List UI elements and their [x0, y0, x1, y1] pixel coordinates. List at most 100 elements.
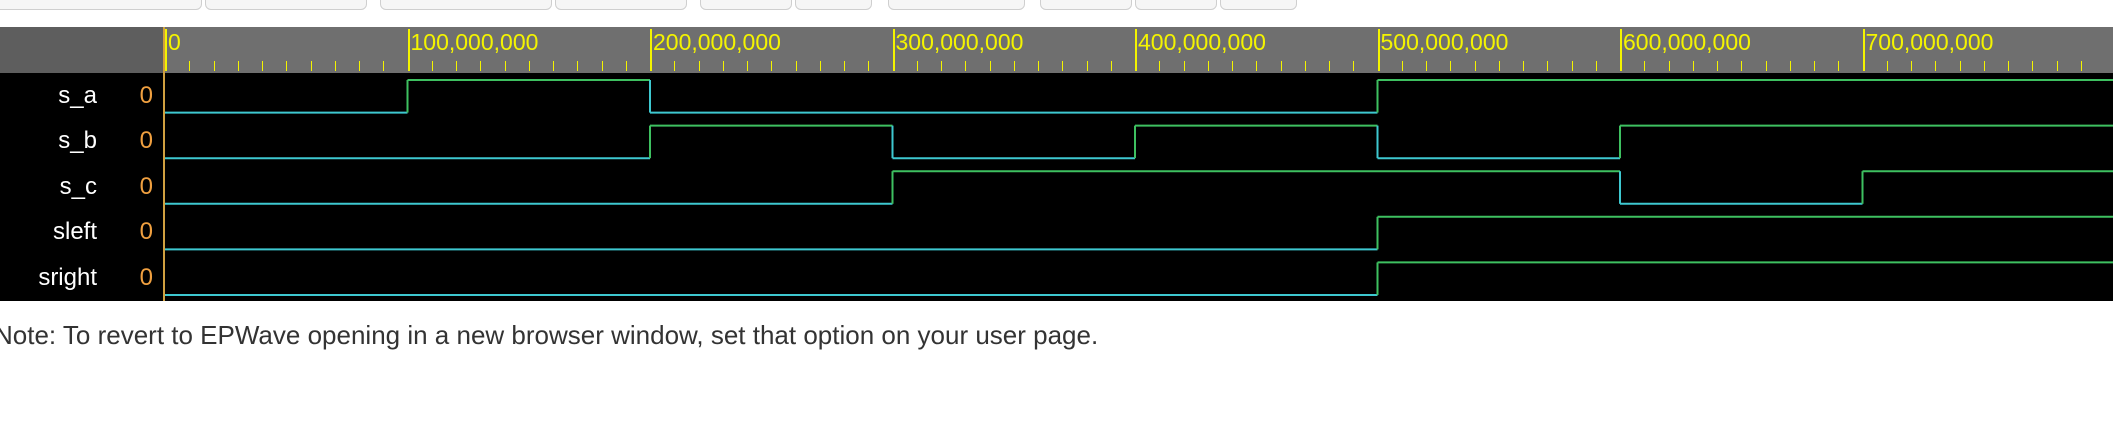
- signal-row-sright[interactable]: sright 0: [0, 255, 165, 300]
- timeline-minor-tick: [1911, 61, 1912, 71]
- toolbar-button[interactable]: [205, 0, 367, 10]
- timeline-minor-tick: [504, 61, 506, 71]
- timeline-minor-tick: [1644, 61, 1646, 71]
- signal-list[interactable]: s_a 0 s_b 0 s_c 0 sleft 0 sright 0: [0, 73, 165, 301]
- timeline-minor-tick: [1717, 61, 1718, 71]
- timeline-minor-tick: [1692, 61, 1694, 71]
- timeline-label: 300,000,000: [895, 29, 1024, 55]
- timeline-major-tick: [165, 29, 167, 71]
- timeline-minor-tick: [601, 61, 603, 71]
- toolbar-button[interactable]: [795, 0, 872, 10]
- timeline-minor-tick: [262, 61, 263, 71]
- timeline-minor-tick: [1789, 61, 1791, 71]
- timeline-minor-tick: [819, 61, 821, 71]
- timeline-minor-tick: [1013, 61, 1015, 71]
- timeline-minor-tick: [456, 61, 457, 71]
- timeline-minor-tick: [1935, 61, 1937, 71]
- timeline-minor-tick: [1401, 61, 1403, 71]
- timeline-minor-tick: [1765, 61, 1767, 71]
- timeline-minor-tick: [1983, 61, 1985, 71]
- timeline-minor-tick: [286, 61, 288, 71]
- toolbar-button[interactable]: [1040, 0, 1132, 10]
- timeline-minor-tick: [771, 61, 773, 71]
- timeline-minor-tick: [747, 61, 748, 71]
- signal-value: 0: [139, 127, 153, 155]
- timeline-label: 100,000,000: [410, 29, 539, 55]
- toolbar-button[interactable]: [0, 0, 202, 10]
- timeline-minor-tick: [2032, 61, 2034, 71]
- waveform-svg[interactable]: [165, 73, 2113, 301]
- timeline-minor-tick: [480, 61, 482, 71]
- timeline-minor-tick: [528, 61, 530, 71]
- timeline-minor-tick: [1595, 61, 1597, 71]
- signal-row-sleft[interactable]: sleft 0: [0, 210, 165, 255]
- timeline-minor-tick: [989, 61, 991, 71]
- timeline-ruler[interactable]: 0 100,000,000 200,000,000 300,000,000 400,00…: [0, 27, 2113, 73]
- timeline-minor-tick: [1426, 61, 1427, 71]
- timeline-minor-tick: [844, 61, 845, 71]
- timeline-label: 400,000,000: [1138, 29, 1266, 55]
- note-text: Note: To revert to EPWave opening in a n…: [0, 320, 1099, 350]
- timeline-minor-tick: [1304, 61, 1306, 71]
- signal-row-s-b[interactable]: s_b 0: [0, 119, 165, 164]
- signal-row-s-a[interactable]: s_a 0: [0, 73, 165, 118]
- timeline-minor-tick: [1838, 61, 1840, 71]
- timeline-minor-tick: [1159, 61, 1161, 71]
- wave-area[interactable]: [165, 73, 2113, 301]
- panel-divider[interactable]: [163, 27, 165, 301]
- timeline-major-tick: [1377, 29, 1380, 71]
- timeline-minor-tick: [698, 61, 700, 71]
- timeline-minor-tick: [1886, 61, 1888, 71]
- timeline-minor-tick: [1523, 61, 1524, 71]
- signal-row-s-c[interactable]: s_c 0: [0, 164, 165, 209]
- timeline-minor-tick: [1329, 61, 1330, 71]
- timeline-major-tick: [650, 29, 652, 71]
- timeline-label: 700,000,000: [1865, 29, 1994, 55]
- timeline-minor-tick: [1207, 61, 1209, 71]
- timeline-label: 0: [168, 29, 181, 55]
- timeline-minor-tick: [310, 61, 312, 71]
- timeline-minor-tick: [1110, 61, 1112, 71]
- timeline-minor-tick: [334, 61, 336, 71]
- timeline-label: 600,000,000: [1623, 29, 1751, 55]
- timeline-minor-tick: [1062, 61, 1064, 71]
- timeline-minor-tick: [868, 61, 870, 71]
- signal-name: s_b: [58, 127, 97, 155]
- timeline-minor-tick: [795, 61, 797, 71]
- signal-value: 0: [139, 81, 153, 109]
- timeline-major-tick: [892, 29, 895, 71]
- timeline-major-tick: [1135, 29, 1137, 71]
- timeline-minor-tick: [1571, 61, 1573, 71]
- toolbar-button[interactable]: [555, 0, 687, 10]
- timeline-minor-tick: [1474, 61, 1476, 71]
- signal-name: sright: [38, 263, 97, 291]
- toolbar-button[interactable]: [1220, 0, 1297, 10]
- timeline-minor-tick: [1741, 61, 1743, 71]
- timeline-minor-tick: [383, 61, 385, 71]
- timeline-minor-tick: [1353, 61, 1355, 71]
- timeline-minor-tick: [1086, 61, 1088, 71]
- timeline-minor-tick: [1038, 61, 1039, 71]
- timeline-minor-tick: [237, 61, 239, 71]
- timeline-minor-tick: [1450, 61, 1452, 71]
- timeline-minor-tick: [1256, 61, 1258, 71]
- toolbar-button[interactable]: [700, 0, 792, 10]
- waveform-viewer[interactable]: 0 100,000,000 200,000,000 300,000,000 400,00…: [0, 27, 2113, 301]
- timeline-major-tick: [1862, 29, 1865, 71]
- timeline-label: 200,000,000: [653, 29, 781, 55]
- signal-value: 0: [139, 218, 153, 246]
- timeline-minor-tick: [722, 61, 724, 71]
- timeline-major-tick: [1620, 29, 1622, 71]
- toolbar-button[interactable]: [1135, 0, 1217, 10]
- timeline-minor-tick: [916, 61, 918, 71]
- timeline-minor-tick: [2080, 61, 2082, 71]
- toolbar-button[interactable]: [888, 0, 1025, 10]
- timeline-minor-tick: [1498, 61, 1500, 71]
- toolbar-button[interactable]: [380, 0, 552, 10]
- timeline-minor-tick: [2056, 61, 2058, 71]
- timeline-minor-tick: [1814, 61, 1815, 71]
- timeline-minor-tick: [2008, 61, 2009, 71]
- timeline-minor-tick: [941, 61, 942, 71]
- toolbar: [0, 0, 2113, 12]
- timeline-label: 500,000,000: [1380, 29, 1509, 55]
